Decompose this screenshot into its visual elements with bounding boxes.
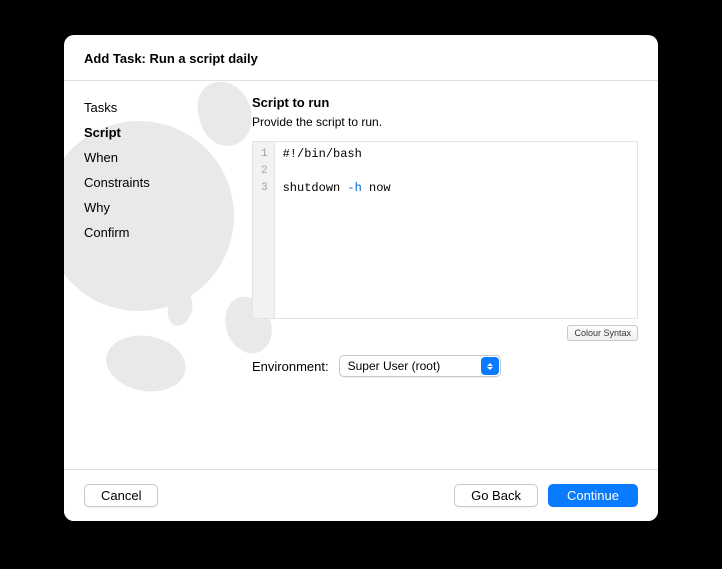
sidebar-item-when[interactable]: When [84, 145, 252, 170]
code-line [283, 163, 629, 180]
dialog-header: Add Task: Run a script daily [64, 35, 658, 81]
main-panel: Script to run Provide the script to run.… [252, 81, 658, 469]
footer-right-group: Go Back Continue [454, 484, 638, 507]
dialog-window: Add Task: Run a script daily Tasks Scrip… [64, 35, 658, 521]
colour-syntax-button[interactable]: Colour Syntax [567, 325, 638, 341]
environment-value: Super User (root) [348, 359, 441, 373]
wizard-steps-sidebar: Tasks Script When Constraints Why Confir… [64, 81, 252, 469]
code-line: #!/bin/bash [283, 146, 629, 163]
section-title: Script to run [252, 95, 638, 110]
code-line: shutdown -h now [283, 180, 629, 197]
script-editor[interactable]: 1 2 3 #!/bin/bash shutdown -h now [252, 141, 638, 319]
sidebar-item-constraints[interactable]: Constraints [84, 170, 252, 195]
continue-button[interactable]: Continue [548, 484, 638, 507]
environment-row: Environment: Super User (root) [252, 355, 638, 377]
dialog-body: Tasks Script When Constraints Why Confir… [64, 81, 658, 469]
editor-gutter: 1 2 3 [253, 142, 275, 318]
go-back-button[interactable]: Go Back [454, 484, 538, 507]
select-stepper-icon [481, 357, 499, 375]
environment-label: Environment: [252, 359, 329, 374]
environment-select[interactable]: Super User (root) [339, 355, 501, 377]
line-number: 2 [261, 163, 268, 180]
section-subtitle: Provide the script to run. [252, 115, 638, 129]
line-number: 1 [261, 146, 268, 163]
dialog-footer: Cancel Go Back Continue [64, 469, 658, 521]
sidebar-item-tasks[interactable]: Tasks [84, 95, 252, 120]
sidebar-item-why[interactable]: Why [84, 195, 252, 220]
editor-content[interactable]: #!/bin/bash shutdown -h now [275, 142, 637, 318]
sidebar-item-confirm[interactable]: Confirm [84, 220, 252, 245]
cancel-button[interactable]: Cancel [84, 484, 158, 507]
line-number: 3 [261, 180, 268, 197]
editor-actions: Colour Syntax [252, 325, 638, 341]
dialog-title: Add Task: Run a script daily [84, 51, 638, 66]
sidebar-item-script[interactable]: Script [84, 120, 252, 145]
